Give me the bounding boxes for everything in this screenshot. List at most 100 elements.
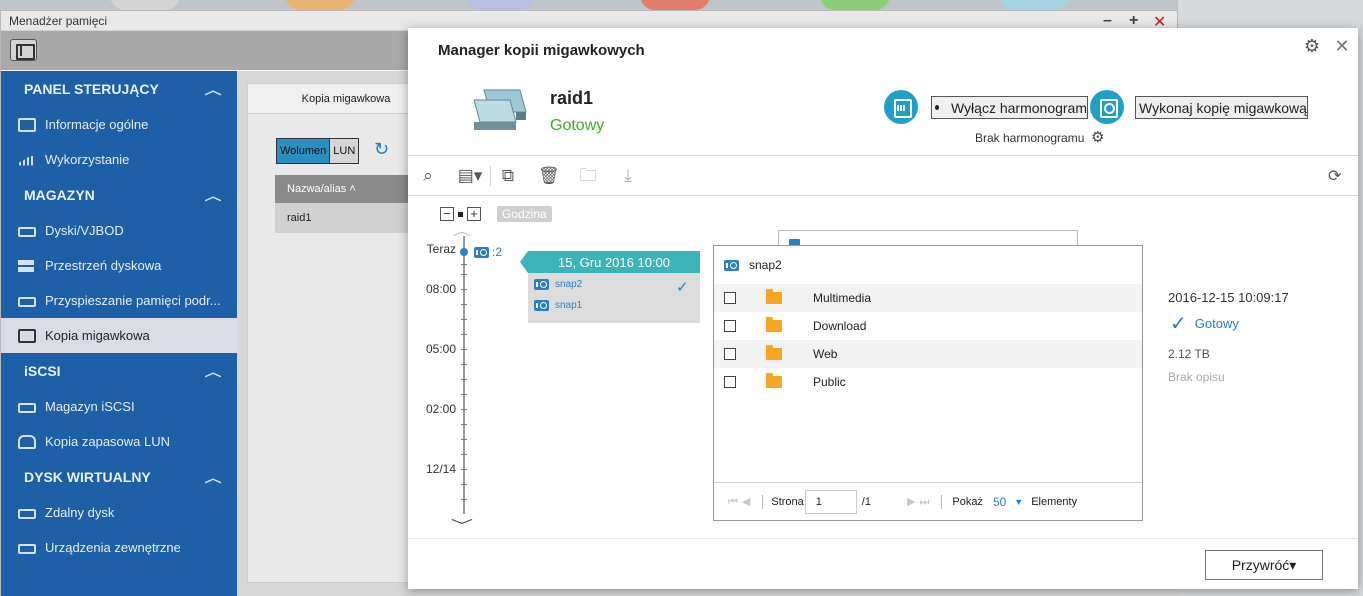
snapshot-body: − + Godzina ︿ Teraz :2 08:00 05:00 02:00… [408,196,1358,538]
snapshot-camera-icon [534,279,549,290]
page-size-select[interactable]: 50 [993,495,1006,509]
snapshot-item[interactable]: snap2 [534,279,582,290]
sidebar-item-label: Zdalny dysk [45,505,115,520]
timeline-tick [461,364,467,365]
usage-chart-icon [18,153,36,167]
page-number-input[interactable]: 1 [804,489,857,514]
checkbox[interactable] [724,320,736,332]
checkbox[interactable] [724,376,736,388]
timeline-tick [461,394,467,395]
sidebar-section-iscsi[interactable]: iSCSI ︿ [1,353,237,389]
refresh-icon[interactable]: ⟳ [1328,166,1341,186]
desktop-app-icon[interactable] [640,0,710,10]
sidebar-item-lun-backup[interactable]: Kopia zapasowa LUN [1,424,237,459]
desktop-app-icon[interactable] [285,0,355,10]
checkbox[interactable] [724,348,736,360]
sidebar-item-cache[interactable]: Przyspieszanie pamięci podr... [1,283,237,318]
storage-space-icon [18,259,36,273]
schedule-settings-gear-icon[interactable]: ⚙ [1091,128,1104,146]
timeline-up-chevron-icon[interactable]: ︿ [452,222,471,239]
zoom-out-icon[interactable]: − [440,207,454,221]
status-text: Gotowy [1194,316,1239,331]
desktop-app-icon[interactable] [110,0,180,10]
bullet-icon [935,105,939,110]
zoom-in-icon[interactable]: + [467,207,481,221]
close-icon[interactable]: ✕ [1332,36,1352,56]
desktop-app-icon[interactable] [465,0,535,10]
restore-button[interactable]: Przywróć▾ [1205,550,1323,580]
next-last-page-icon[interactable]: ▶⏭ [907,495,933,509]
checkbox[interactable] [724,292,736,304]
refresh-icon[interactable]: ↻ [374,139,389,160]
timeline-tick [461,454,467,455]
timeline-label: 08:00 [425,282,456,296]
list-item[interactable]: Download [714,312,1142,340]
take-snapshot-icon[interactable] [1090,90,1124,124]
sidebar-section-virtual-disk[interactable]: DYSK WIRTUALNY ︿ [1,459,237,495]
download-icon[interactable]: ⤓ [618,166,638,186]
pager-divider [762,494,764,509]
snapshot-size: 2.12 TB [1168,347,1210,361]
sidebar-item-label: Dyski/VJBOD [45,223,124,238]
sidebar-item-label: Przestrzeń dyskowa [45,258,162,273]
desktop-app-icon[interactable] [820,0,890,10]
timeline-tick [461,379,467,380]
volume-toggle-button[interactable]: Wolumen [277,139,331,163]
timeline-tick [461,439,467,440]
volume-icon [473,89,527,130]
folder-name: Public [813,375,846,389]
list-item[interactable]: Web [714,340,1142,368]
timeline-tick [461,289,467,290]
calendar-schedule-icon[interactable] [884,90,918,124]
browser-header: snap2 [714,246,1142,284]
timeline-tick [461,469,467,470]
sidebar-item-snapshot[interactable]: Kopia migawkowa [1,318,237,353]
first-prev-page-icon[interactable]: ⏮◀ [728,495,754,509]
overview-icon [18,117,36,132]
sidebar-section-dashboard[interactable]: PANEL STERUJĄCY ︿ [1,71,237,107]
search-icon[interactable]: ⌕ [418,166,438,186]
folder-icon [766,317,782,332]
timeline-down-chevron-icon[interactable]: ﹀ [451,516,473,536]
list-item[interactable]: Multimedia [714,284,1142,312]
background-popup [778,230,1078,247]
sidebar-item-remote-disk[interactable]: Zdalny dysk [1,495,237,530]
items-label: Elementy [1031,495,1078,508]
snapshot-name: snap2 [555,279,583,290]
sidebar-item-disks[interactable]: Dyski/VJBOD [1,213,237,248]
timeline-snapshot-marker[interactable]: :2 [474,245,502,259]
open-folder-icon[interactable]: 🗀 [578,166,598,186]
sidebar-section-storage[interactable]: MAGAZYN ︿ [1,177,237,213]
timeline-tick [461,484,467,485]
desktop-app-icon[interactable] [1000,0,1070,10]
iscsi-storage-icon [18,403,36,413]
dropdown-arrow-icon[interactable]: ▼ [1014,497,1023,507]
sidebar-item-storage-space[interactable]: Przestrzeń dyskowa [1,248,237,283]
chevron-up-icon: ︿ [204,82,222,97]
delete-icon[interactable]: 🗑 [538,166,560,186]
list-item[interactable]: Public [714,368,1142,396]
clone-icon[interactable]: ⧉ [498,166,518,186]
snapshot-item[interactable]: snap1 [534,300,582,311]
settings-gear-icon[interactable]: ⚙ [1302,36,1322,56]
snapshot-icon [18,328,36,343]
snapshot-timestamp: 2016-12-15 10:09:17 [1168,290,1289,305]
sidebar-item-external-devices[interactable]: Urządzenia zewnętrzne [1,530,237,565]
timeline-tick [461,409,467,410]
sidebar-item-iscsi-storage[interactable]: Magazyn iSCSI [1,389,237,424]
zoom-level-indicator [458,211,463,217]
disable-schedule-button[interactable]: Wyłącz harmonogram [931,96,1088,119]
snapshot-name: snap1 [555,300,583,311]
layout-toggle-icon[interactable] [10,39,37,61]
view-mode-icon[interactable]: ▤▾ [456,166,484,186]
folder-icon [766,289,782,304]
dialog-footer: Przywróć▾ [408,538,1358,589]
timeline-axis [463,236,465,514]
sidebar-item-overview[interactable]: Informacje ogólne [1,107,237,142]
lun-toggle-button[interactable]: LUN [330,139,359,163]
remote-disk-icon [18,509,36,519]
sidebar-item-usage[interactable]: Wykorzystanie [1,142,237,177]
take-snapshot-button[interactable]: Wykonaj kopię migawkową [1135,96,1308,119]
folder-icon [766,373,782,388]
section-heading: MAGAZYN [24,187,95,203]
